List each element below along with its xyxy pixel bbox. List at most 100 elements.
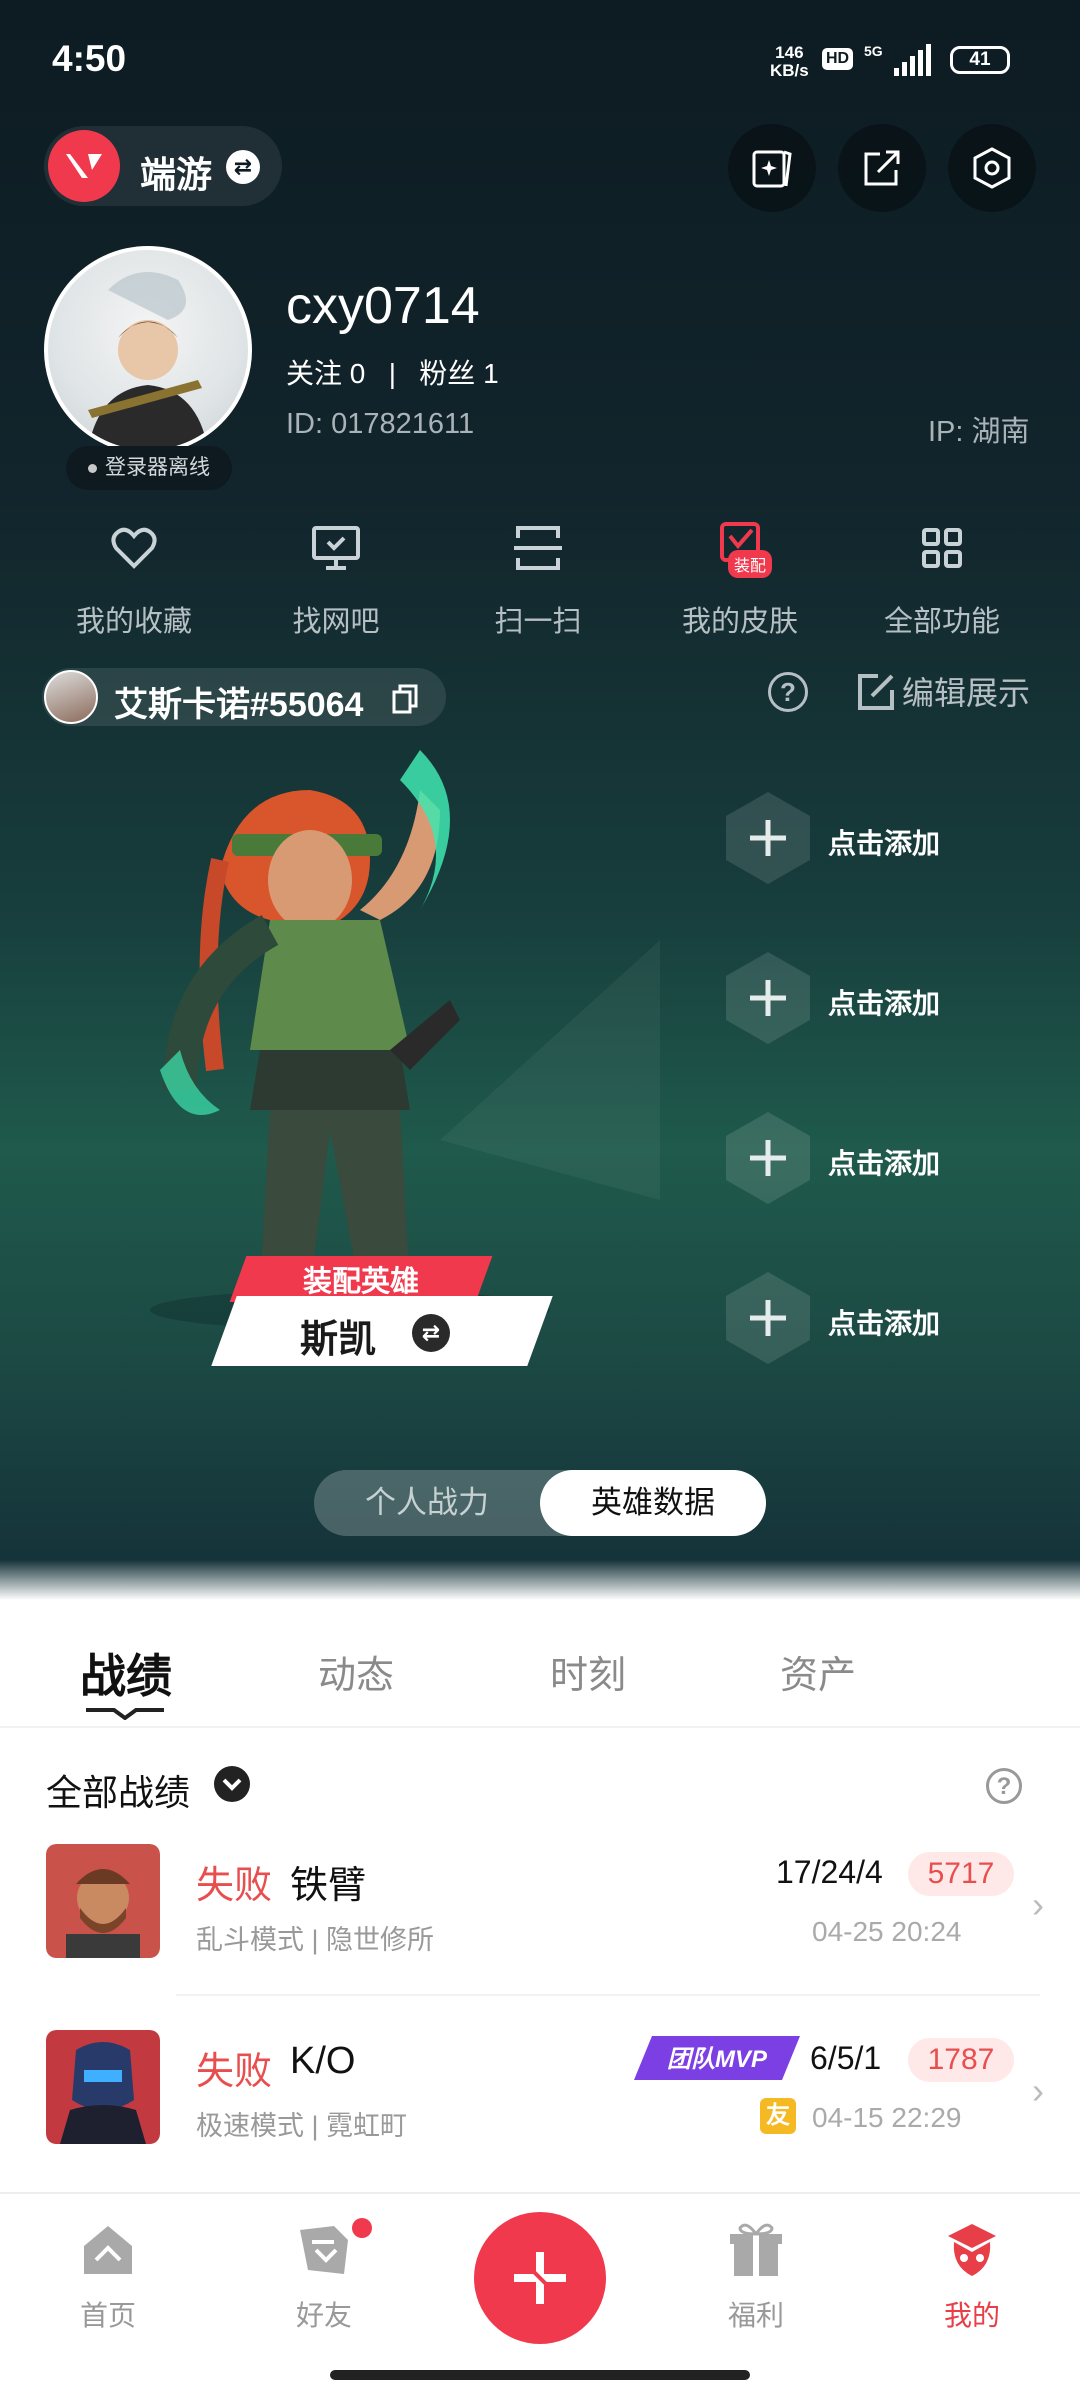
nav-label: 福利 — [727, 2300, 784, 2331]
switch-hero-icon[interactable]: ⇄ — [412, 1314, 450, 1352]
network-speed: 146 KB/s — [770, 44, 809, 80]
battery-indicator: 41 — [950, 46, 1010, 74]
match-date: 04-25 20:24 — [812, 1916, 962, 1947]
tab-divider — [0, 1726, 1080, 1728]
game-account-avatar — [44, 670, 98, 724]
follow-fans-count[interactable]: 关注 0 | 粉丝 1 — [286, 352, 499, 392]
avatar[interactable] — [44, 246, 252, 454]
tab-records[interactable]: 战绩 — [80, 1640, 172, 1706]
skin-icon: 装配 — [712, 520, 773, 578]
add-slot-2[interactable] — [724, 950, 812, 1046]
add-slot-label[interactable]: 点击添加 — [828, 1302, 940, 1342]
match-score: 5717 — [908, 1852, 1014, 1896]
equipped-hero-tag: 装配英雄 — [302, 1266, 419, 1298]
chevron-right-icon: › — [1032, 1884, 1044, 1925]
status-bar: 4:50 146 KB/s HD 5G 41 — [0, 0, 1080, 120]
edit-icon — [858, 674, 894, 710]
toggle-personal-power[interactable]: 个人战力 — [314, 1470, 540, 1536]
profile-icon — [942, 2220, 1002, 2280]
match-row[interactable]: 失败 K/O 极速模式 | 霓虹町 团队MVP 6/5/1 1787 友 04-… — [0, 2030, 1080, 2210]
records-help-icon[interactable]: ? — [986, 1768, 1022, 1804]
match-date: 04-15 22:29 — [812, 2102, 962, 2133]
match-row[interactable]: 失败 铁臂 乱斗模式 | 隐世修所 17/24/4 5717 04-25 20:… — [0, 1844, 1080, 2024]
monitor-icon — [308, 520, 364, 576]
network-type: 5G — [864, 43, 883, 59]
nav-label: 首页 — [79, 2300, 136, 2331]
nav-benefits[interactable]: 福利 — [696, 2220, 816, 2334]
share-icon — [864, 150, 900, 186]
friends-icon — [294, 2220, 354, 2280]
add-slot-label[interactable]: 点击添加 — [828, 1142, 940, 1182]
hero-portrait-ko — [46, 2030, 160, 2144]
signal-icon: 5G — [864, 43, 931, 76]
chevron-down-icon[interactable] — [214, 1766, 250, 1802]
grid-icon — [914, 520, 970, 576]
net-speed-value: 146 — [775, 43, 804, 62]
avatar-image — [88, 272, 208, 450]
team-mvp-badge: 团队MVP — [634, 2036, 800, 2080]
share-button[interactable] — [838, 124, 926, 212]
offline-dot-icon — [88, 463, 97, 473]
quick-favorites[interactable]: 我的收藏 — [44, 520, 224, 640]
game-switcher[interactable]: 端游 ⇄ — [44, 126, 282, 206]
quick-label: 我的皮肤 — [681, 606, 798, 638]
plus-icon — [726, 952, 810, 1044]
launcher-offline-status: 登录器离线 — [66, 446, 232, 490]
create-post-button[interactable] — [474, 2212, 606, 2344]
team-mvp-text: 团队MVP — [667, 2046, 768, 2073]
tab-moments[interactable]: 时刻 — [550, 1644, 626, 1699]
user-id: ID: 017821611 — [286, 408, 475, 440]
plus-icon — [514, 2252, 566, 2304]
active-tab-indicator — [86, 1708, 164, 1720]
nav-label: 我的 — [943, 2300, 1000, 2331]
match-hero: K/O — [290, 2040, 356, 2082]
game-account-chip[interactable]: 艾斯卡诺#55064 — [42, 668, 446, 726]
gear-icon — [973, 147, 1011, 189]
help-icon[interactable]: ? — [768, 672, 808, 712]
row-divider — [176, 1994, 1040, 1996]
home-indicator — [330, 2370, 750, 2380]
username: cxy0714 — [286, 277, 480, 335]
plus-icon — [726, 1112, 810, 1204]
quick-all-features[interactable]: 全部功能 — [852, 520, 1032, 640]
quick-find-netcafe[interactable]: 找网吧 — [246, 520, 426, 640]
nav-me[interactable]: 我的 — [912, 2220, 1032, 2334]
gift-icon — [726, 2220, 786, 2280]
copy-icon[interactable] — [390, 682, 420, 714]
nav-home[interactable]: 首页 — [48, 2220, 168, 2334]
quick-label: 找网吧 — [292, 606, 380, 638]
add-slot-1[interactable] — [724, 790, 812, 886]
bottom-nav: 首页 好友 福利 我的 — [0, 2192, 1080, 2400]
toggle-hero-data[interactable]: 英雄数据 — [540, 1470, 766, 1536]
add-slot-3[interactable] — [724, 1110, 812, 1206]
add-slot-4[interactable] — [724, 1270, 812, 1366]
valorant-logo-icon — [48, 130, 120, 202]
status-time: 4:50 — [52, 38, 127, 79]
friend-badge: 友 — [760, 2098, 796, 2134]
quick-scan[interactable]: 扫一扫 — [448, 520, 628, 640]
quick-label: 我的收藏 — [75, 606, 192, 638]
add-slot-label[interactable]: 点击添加 — [828, 822, 940, 862]
home-icon — [78, 2220, 138, 2280]
records-filter[interactable]: 全部战绩 — [46, 1764, 190, 1816]
hero-artwork — [150, 750, 550, 1330]
quick-my-skins[interactable]: 装配 我的皮肤 — [650, 520, 830, 640]
quick-label: 扫一扫 — [494, 606, 582, 638]
quick-label: 全部功能 — [883, 606, 1000, 638]
equip-badge: 装配 — [728, 550, 773, 578]
hero-name-plate[interactable] — [211, 1296, 553, 1366]
edit-showcase-button[interactable]: 编辑展示 — [856, 668, 1030, 714]
game-account-name: 艾斯卡诺#55064 — [114, 686, 364, 724]
switch-icon: ⇄ — [226, 150, 260, 184]
tab-feed[interactable]: 动态 — [318, 1644, 394, 1699]
hero-name: 斯凯 — [300, 1319, 377, 1361]
settings-button[interactable] — [948, 124, 1036, 212]
sparkle-card-icon — [752, 150, 792, 188]
heart-icon — [106, 520, 162, 576]
add-slot-label[interactable]: 点击添加 — [828, 982, 940, 1022]
ip-location: IP: 湖南 — [928, 416, 1030, 448]
power-data-toggle[interactable]: 个人战力 英雄数据 — [314, 1470, 766, 1536]
scan-icon — [510, 520, 566, 576]
tab-assets[interactable]: 资产 — [780, 1644, 856, 1699]
sparkle-card-button[interactable] — [728, 124, 816, 212]
